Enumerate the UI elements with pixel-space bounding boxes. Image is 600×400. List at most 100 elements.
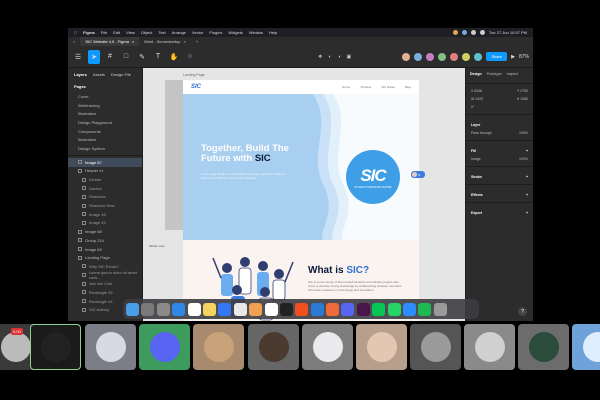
avatar[interactable]: [414, 52, 423, 61]
what-is-sic-body[interactable]: SIC is a community of like-minded studen…: [308, 280, 403, 292]
participant-tile[interactable]: [248, 324, 299, 370]
figma-menu-icon[interactable]: ☰: [72, 50, 84, 64]
avatar[interactable]: [450, 52, 459, 61]
zoom-level[interactable]: 87%: [519, 54, 529, 60]
tab-figma-file[interactable]: SIC Website 4.0 - Figma ×: [80, 37, 140, 46]
hand-tool-icon[interactable]: ✋: [168, 50, 180, 64]
menu-vector[interactable]: Vector: [192, 30, 203, 35]
whatsapp-icon[interactable]: [387, 302, 401, 316]
notion-icon[interactable]: [264, 302, 278, 316]
appstore-icon[interactable]: [218, 302, 232, 316]
layer-item[interactable]: Join the Club: [68, 279, 142, 288]
add-export-icon[interactable]: +: [526, 211, 528, 215]
figma-icon[interactable]: [295, 302, 309, 316]
participant-tile[interactable]: [30, 324, 81, 370]
play-icon[interactable]: ▶: [511, 54, 515, 60]
page-item[interactable]: Design Playground: [68, 118, 142, 127]
move-tool-icon[interactable]: ➤: [88, 49, 100, 64]
battery-icon[interactable]: [479, 30, 485, 35]
add-tab-icon[interactable]: +: [191, 37, 203, 46]
tab-assets[interactable]: Assets: [93, 72, 105, 77]
layer-item[interactable]: Shadows: [68, 193, 142, 202]
layer-item[interactable]: Landing Page: [68, 253, 142, 262]
home-icon[interactable]: ⌂: [68, 37, 80, 46]
placeholder-rect[interactable]: [165, 80, 183, 230]
menu-file[interactable]: File: [101, 30, 107, 35]
layer-item[interactable]: Divider: [68, 175, 142, 184]
frame-label[interactable]: Landing Page: [183, 73, 205, 77]
layer-item[interactable]: Image 68: [68, 227, 142, 236]
page-item[interactable]: Illustration: [68, 109, 142, 118]
layer-item[interactable]: Image 49: [68, 219, 142, 228]
y-field[interactable]: Y 2750: [517, 89, 528, 93]
menu-view[interactable]: View: [126, 30, 135, 35]
zoom-icon[interactable]: [403, 302, 417, 316]
page-item[interactable]: Illustration: [68, 135, 142, 144]
tab-design[interactable]: Design: [470, 72, 482, 76]
participant-tile[interactable]: [410, 324, 461, 370]
close-icon[interactable]: ×: [184, 39, 186, 44]
spotify-icon[interactable]: [418, 302, 432, 316]
participant-tile[interactable]: [572, 324, 600, 370]
status-icon[interactable]: [452, 30, 458, 35]
layer-item[interactable]: Shadows New: [68, 201, 142, 210]
menu-edit[interactable]: Edit: [113, 30, 120, 35]
design-canvas[interactable]: Landing Page Mobile view SIC Home Timeli…: [143, 68, 465, 321]
mask-icon[interactable]: ◐: [328, 54, 331, 60]
postman-icon[interactable]: [326, 302, 340, 316]
photos-icon[interactable]: [249, 302, 263, 316]
pen-tool-icon[interactable]: ✎: [136, 50, 148, 64]
menu-window[interactable]: Window: [249, 30, 263, 35]
wifi-icon[interactable]: [470, 30, 476, 35]
menu-arrange[interactable]: Arrange: [172, 30, 186, 35]
help-icon[interactable]: ?: [518, 307, 527, 316]
x-field[interactable]: X 8106: [471, 89, 482, 93]
close-icon[interactable]: ×: [132, 39, 134, 44]
calendar-icon[interactable]: [187, 302, 201, 316]
chrome-icon[interactable]: [233, 302, 247, 316]
participant-tile[interactable]: [464, 324, 515, 370]
layer-item[interactable]: Navbar: [68, 184, 142, 193]
add-effect-icon[interactable]: +: [526, 193, 528, 197]
tab-layers[interactable]: Layers: [74, 72, 87, 77]
participant-tile[interactable]: [193, 324, 244, 370]
vscode-icon[interactable]: [310, 302, 324, 316]
nav-link-blog[interactable]: Blog: [405, 85, 411, 89]
page-item[interactable]: Components: [68, 127, 142, 136]
participant-tile[interactable]: [139, 324, 190, 370]
frame-tool-icon[interactable]: #: [104, 50, 116, 64]
menu-text[interactable]: Text: [158, 30, 165, 35]
avatar[interactable]: [438, 52, 447, 61]
menu-widgets[interactable]: Widgets: [228, 30, 242, 35]
clock[interactable]: Tue 27 Jun 10:37 PM: [489, 30, 527, 35]
launchpad-icon[interactable]: [141, 302, 155, 316]
layer-item[interactable]: Rectangle 45: [68, 288, 142, 297]
page-item[interactable]: Cover: [68, 92, 142, 101]
page-item[interactable]: Design System: [68, 144, 142, 153]
terminal-icon[interactable]: [279, 302, 293, 316]
add-fill-icon[interactable]: +: [526, 149, 528, 153]
component-icon[interactable]: ❖: [318, 54, 322, 60]
text-tool-icon[interactable]: T: [152, 50, 164, 64]
rotation-field[interactable]: 0°: [471, 105, 474, 109]
hero-title[interactable]: Together, Build The Future with SIC: [201, 144, 301, 164]
landing-page-frame[interactable]: SIC Home Timeline SIC Dates Blog Togethe…: [183, 80, 419, 321]
layer-item[interactable]: Image 69: [68, 245, 142, 254]
hero-subtitle[interactable]: Connecting student communities to innova…: [201, 172, 291, 180]
slack-icon[interactable]: [356, 302, 370, 316]
menu-object[interactable]: Object: [141, 30, 153, 35]
layer-opacity[interactable]: 100%: [519, 131, 528, 135]
discord-icon[interactable]: [341, 302, 355, 316]
avatar[interactable]: [462, 52, 471, 61]
site-logo[interactable]: SIC: [191, 84, 201, 90]
participant-tile[interactable]: [85, 324, 136, 370]
what-is-sic-title[interactable]: What is SIC?: [308, 265, 369, 276]
fill-type[interactable]: Image: [471, 157, 481, 161]
status-icon[interactable]: [461, 30, 467, 35]
shape-tool-icon[interactable]: □: [120, 50, 132, 64]
layer-item[interactable]: Header v1: [68, 167, 142, 176]
menu-help[interactable]: Help: [269, 30, 277, 35]
page-item[interactable]: Wireframing: [68, 101, 142, 110]
contrast-icon[interactable]: ◑: [338, 54, 341, 60]
finder-icon[interactable]: [126, 302, 139, 316]
